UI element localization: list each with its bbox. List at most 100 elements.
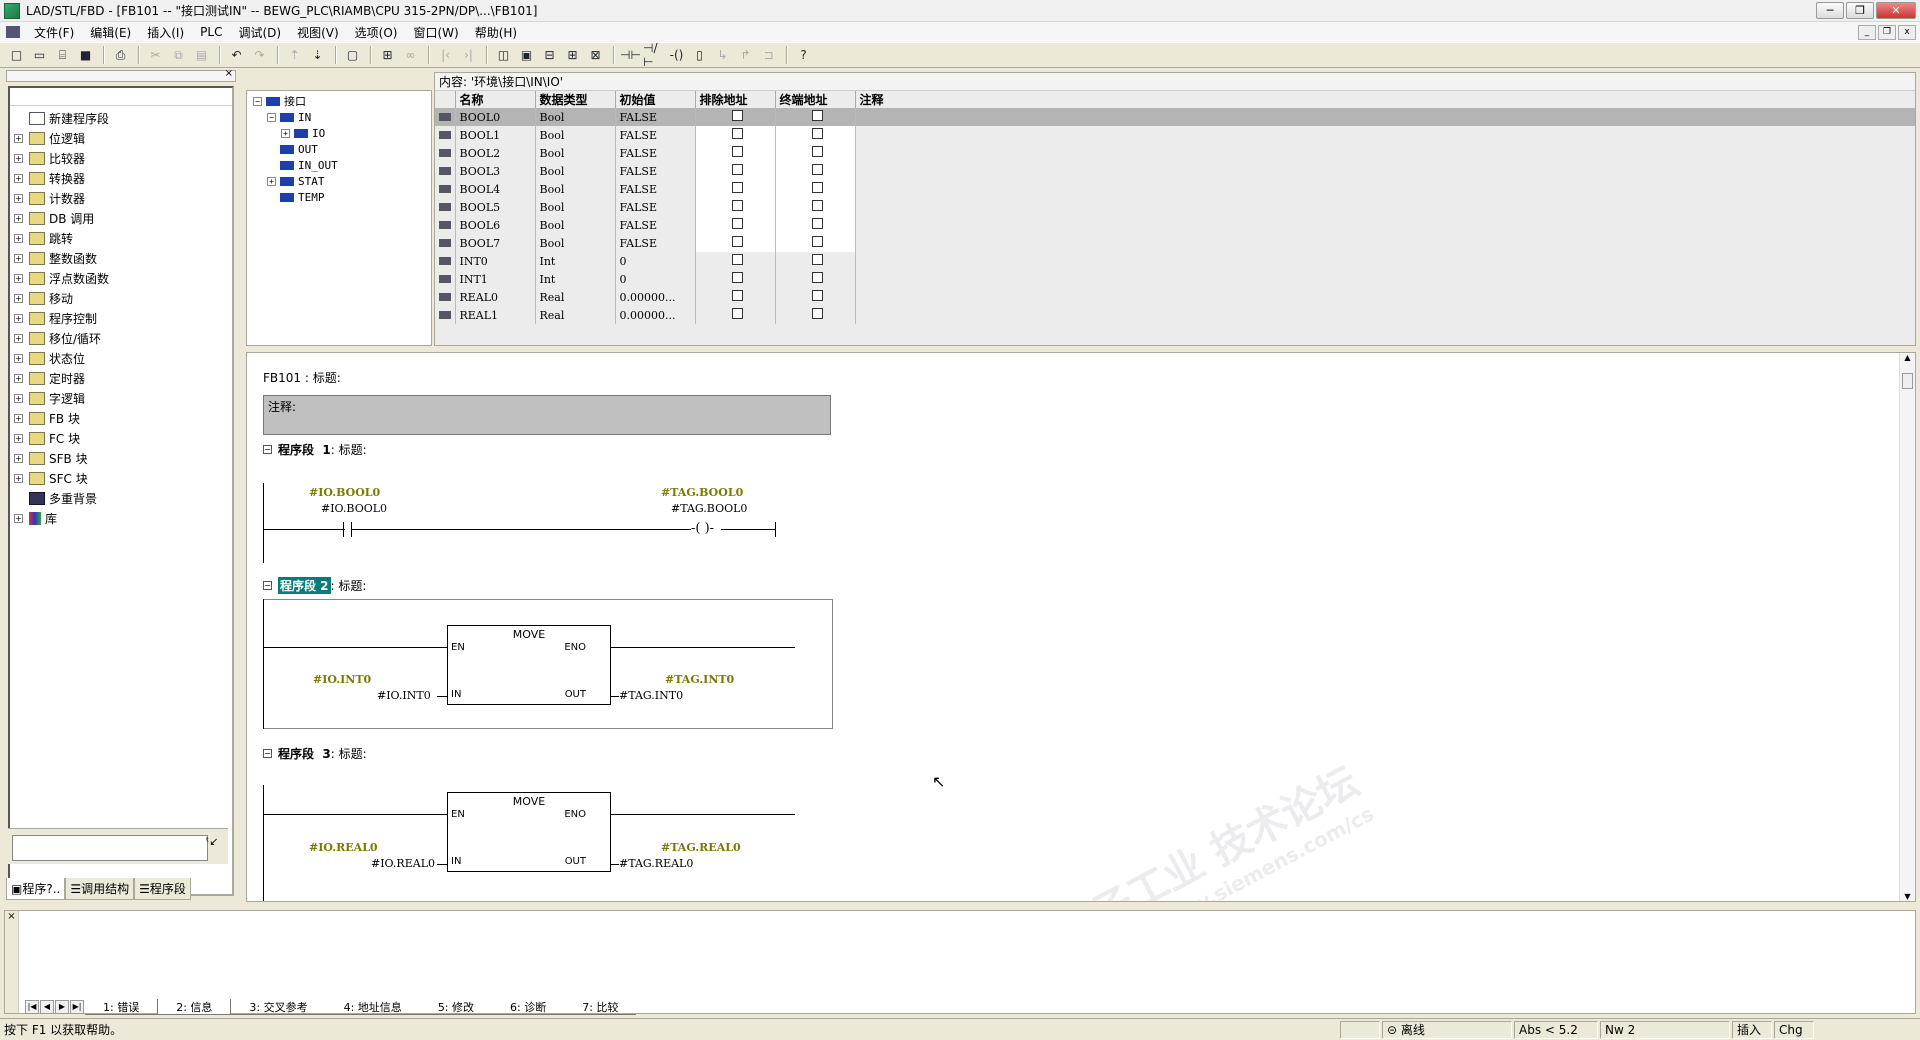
exclude-address-checkbox[interactable] [731,164,743,175]
table-row[interactable]: BOOL5 Bool FALSE [435,198,1915,216]
sidebar-item-db-call[interactable]: + DB 调用 [10,208,232,228]
menu-window[interactable]: 窗口(W) [405,24,466,41]
expand-icon[interactable]: + [14,193,23,203]
network-2-header[interactable]: − 程序段 2 : 标题: [263,577,366,594]
cell-initial[interactable]: 0 [615,270,696,288]
sidebar-item-word-logic[interactable]: + 字逻辑 [10,388,232,408]
table-row[interactable]: INT1 Int 0 [435,270,1915,288]
cell-initial[interactable]: FALSE [615,162,696,180]
exclude-address-checkbox[interactable] [731,272,743,283]
cell-name[interactable]: BOOL5 [455,198,536,216]
terminal-address-checkbox[interactable] [811,254,823,265]
tab-last-icon[interactable]: ▶| [70,1000,84,1014]
menu-help[interactable]: 帮助(H) [467,24,525,41]
cell-comment[interactable] [855,288,1915,306]
sidebar-item-shift-rotate[interactable]: + 移位/循环 [10,328,232,348]
interface-node-temp[interactable]: TEMP [247,189,431,205]
terminal-address-checkbox[interactable] [811,164,823,175]
cell-name[interactable]: BOOL7 [455,234,536,252]
nw1-coil-address[interactable]: #TAG.BOOL0 [671,502,747,515]
cell-type[interactable]: Bool [535,144,616,162]
cut-icon[interactable]: ✂ [145,45,166,65]
next-network-icon[interactable]: ›| [458,45,479,65]
terminal-address-checkbox[interactable] [811,290,823,301]
interface-node-out[interactable]: OUT [247,141,431,157]
expand-icon[interactable]: + [14,153,23,163]
exclude-address-checkbox[interactable] [731,254,743,265]
sidebar-item-fc-block[interactable]: + FC 块 [10,428,232,448]
terminal-address-checkbox[interactable] [811,236,823,247]
network-2-collapse-icon[interactable]: − [263,581,272,590]
no-contact-icon[interactable]: ⊣⊢ [620,45,641,65]
cell-comment[interactable] [855,252,1915,270]
cell-comment[interactable] [855,270,1915,288]
nw3-in-address[interactable]: #IO.REAL0 [371,857,435,870]
table-row[interactable]: REAL1 Real 0.00000... [435,306,1915,324]
panel-close-icon[interactable]: × [225,68,233,79]
table-row[interactable]: BOOL3 Bool FALSE [435,162,1915,180]
prev-network-icon[interactable]: |‹ [435,45,456,65]
cell-name[interactable]: INT1 [455,270,536,288]
window-icon[interactable]: ▢ [342,45,363,65]
doc-minimize-button[interactable]: _ [1858,25,1876,40]
cell-comment[interactable] [855,234,1915,252]
expand-icon[interactable]: + [14,233,23,243]
editor-vertical-scrollbar[interactable]: ▲ ▼ [1899,353,1915,901]
cell-initial[interactable]: FALSE [615,198,696,216]
exclude-address-checkbox[interactable] [731,182,743,193]
table-row[interactable]: BOOL0 Bool FALSE [435,108,1915,126]
tab-compare[interactable]: 7: 比较 [564,999,637,1015]
cell-comment[interactable] [855,126,1915,144]
tab-modify[interactable]: 5: 修改 [419,999,493,1015]
expand-icon[interactable]: + [14,393,23,403]
terminal-address-checkbox[interactable] [811,146,823,157]
cell-comment[interactable] [855,198,1915,216]
cell-initial[interactable]: FALSE [615,144,696,162]
interface-node-in[interactable]: − IN [247,109,431,125]
restore-button[interactable]: ❐ [1846,2,1874,19]
terminal-address-checkbox[interactable] [811,308,823,319]
cell-comment[interactable] [855,306,1915,324]
cell-type[interactable]: Bool [535,234,616,252]
tab-program-elements[interactable]: ▣ 程序?.. [6,878,66,900]
nw1-contact-address[interactable]: #IO.BOOL0 [321,502,387,515]
dock-toggle-icon[interactable]: ᵗ↙ [206,835,224,857]
menu-insert[interactable]: 插入(I) [139,24,192,41]
sidebar-item-fb-block[interactable]: + FB 块 [10,408,232,428]
terminal-address-checkbox[interactable] [811,200,823,211]
tab-errors[interactable]: 1: 错误 [85,999,158,1015]
cell-type[interactable]: Bool [535,180,616,198]
block-title[interactable]: FB101 : 标题: [263,369,341,386]
print-icon[interactable]: ⎙ [110,45,131,65]
cell-name[interactable]: REAL0 [455,288,536,306]
expand-icon[interactable]: + [14,173,23,183]
save-icon[interactable]: ■ [75,45,96,65]
table-row[interactable]: BOOL2 Bool FALSE [435,144,1915,162]
cell-type[interactable]: Real [535,306,616,324]
expand-icon[interactable]: + [14,313,23,323]
exclude-address-checkbox[interactable] [731,128,743,139]
expand-icon[interactable]: + [14,453,23,463]
sidebar-item-counter[interactable]: + 计数器 [10,188,232,208]
ladder-editor[interactable]: 西门子工业 技术论坛 support.industry.siemens.com/c… [246,352,1916,902]
cell-initial[interactable]: FALSE [615,234,696,252]
cell-comment[interactable] [855,108,1915,126]
terminal-address-checkbox[interactable] [811,182,823,193]
details-icon[interactable]: ▣ [516,45,537,65]
tab-first-icon[interactable]: |◀ [25,1000,39,1014]
overview-icon[interactable]: ◫ [493,45,514,65]
terminal-address-checkbox[interactable] [811,272,823,283]
cell-comment[interactable] [855,216,1915,234]
exclude-address-checkbox[interactable] [731,146,743,157]
nw2-move-box[interactable]: MOVE EN ENO IN OUT [447,625,611,705]
close-branch2-icon[interactable]: ↱ [735,45,756,65]
accessible-nodes-icon[interactable]: ⌸ [52,45,73,65]
expand-icon[interactable]: + [14,273,23,283]
cell-initial[interactable]: FALSE [615,180,696,198]
sidebar-item-new-network[interactable]: 新建程序段 [10,108,232,128]
expand-icon[interactable]: + [14,253,23,263]
download-icon[interactable]: ⇣ [307,45,328,65]
terminal-address-checkbox[interactable] [811,218,823,229]
sidebar-item-jump[interactable]: + 跳转 [10,228,232,248]
cell-initial[interactable]: 0.00000... [615,306,696,324]
